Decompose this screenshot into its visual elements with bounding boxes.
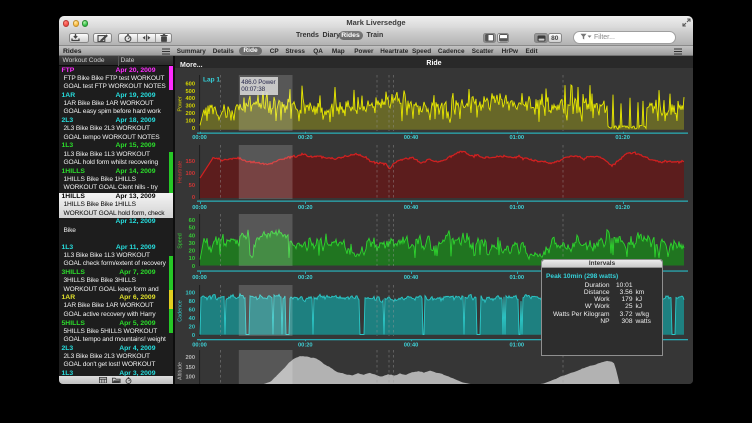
- svg-text:20: 20: [189, 249, 195, 255]
- svg-text:00:20: 00:20: [298, 275, 313, 281]
- svg-text:00:40: 00:40: [404, 342, 419, 348]
- svg-text:00:20: 00:20: [298, 135, 313, 141]
- svg-text:Lap 1: Lap 1: [203, 77, 220, 84]
- svg-text:200: 200: [186, 111, 196, 117]
- svg-text:100: 100: [186, 375, 196, 381]
- svg-text:0: 0: [192, 264, 195, 270]
- svg-text:00:00: 00:00: [192, 205, 207, 211]
- svg-text:40: 40: [189, 316, 195, 322]
- svg-text:01:20: 01:20: [615, 205, 630, 211]
- svg-text:100: 100: [186, 291, 196, 297]
- svg-text:300: 300: [186, 104, 196, 110]
- svg-text:40: 40: [189, 233, 195, 239]
- svg-text:60: 60: [189, 218, 195, 224]
- svg-text:00:00: 00:00: [192, 342, 207, 348]
- svg-text:400: 400: [186, 96, 196, 102]
- svg-text:Speed: Speed: [178, 233, 184, 249]
- svg-text:100: 100: [186, 171, 196, 177]
- svg-text:80: 80: [189, 299, 195, 305]
- svg-text:00:00: 00:00: [192, 275, 207, 281]
- svg-text:0: 0: [192, 126, 195, 132]
- svg-text:200: 200: [186, 355, 196, 361]
- svg-text:20: 20: [189, 325, 195, 331]
- svg-text:60: 60: [189, 308, 195, 314]
- svg-text:10: 10: [189, 256, 195, 262]
- svg-text:01:20: 01:20: [615, 135, 630, 141]
- svg-text:500: 500: [186, 89, 196, 95]
- svg-text:600: 600: [186, 81, 196, 87]
- svg-text:00:20: 00:20: [298, 205, 313, 211]
- svg-text:Cadence: Cadence: [178, 300, 184, 322]
- svg-text:00:40: 00:40: [404, 205, 419, 211]
- svg-text:01:00: 01:00: [510, 135, 525, 141]
- svg-text:30: 30: [189, 241, 195, 247]
- svg-text:01:00: 01:00: [510, 342, 525, 348]
- svg-text:00:40: 00:40: [404, 275, 419, 281]
- svg-text:0: 0: [192, 333, 195, 339]
- svg-text:01:00: 01:00: [510, 205, 525, 211]
- svg-text:00:00: 00:00: [192, 135, 207, 141]
- svg-text:50: 50: [189, 183, 195, 189]
- svg-text:150: 150: [186, 365, 196, 371]
- svg-text:00:20: 00:20: [298, 342, 313, 348]
- svg-text:Altitude: Altitude: [178, 362, 184, 380]
- svg-text:150: 150: [186, 159, 196, 165]
- svg-text:0: 0: [192, 195, 195, 201]
- svg-text:100: 100: [186, 119, 196, 125]
- svg-text:00:40: 00:40: [404, 135, 419, 141]
- svg-text:Power: Power: [178, 96, 184, 111]
- svg-text:50: 50: [189, 226, 195, 232]
- svg-text:01:00: 01:00: [510, 275, 525, 281]
- svg-text:Heartrate: Heartrate: [178, 161, 184, 183]
